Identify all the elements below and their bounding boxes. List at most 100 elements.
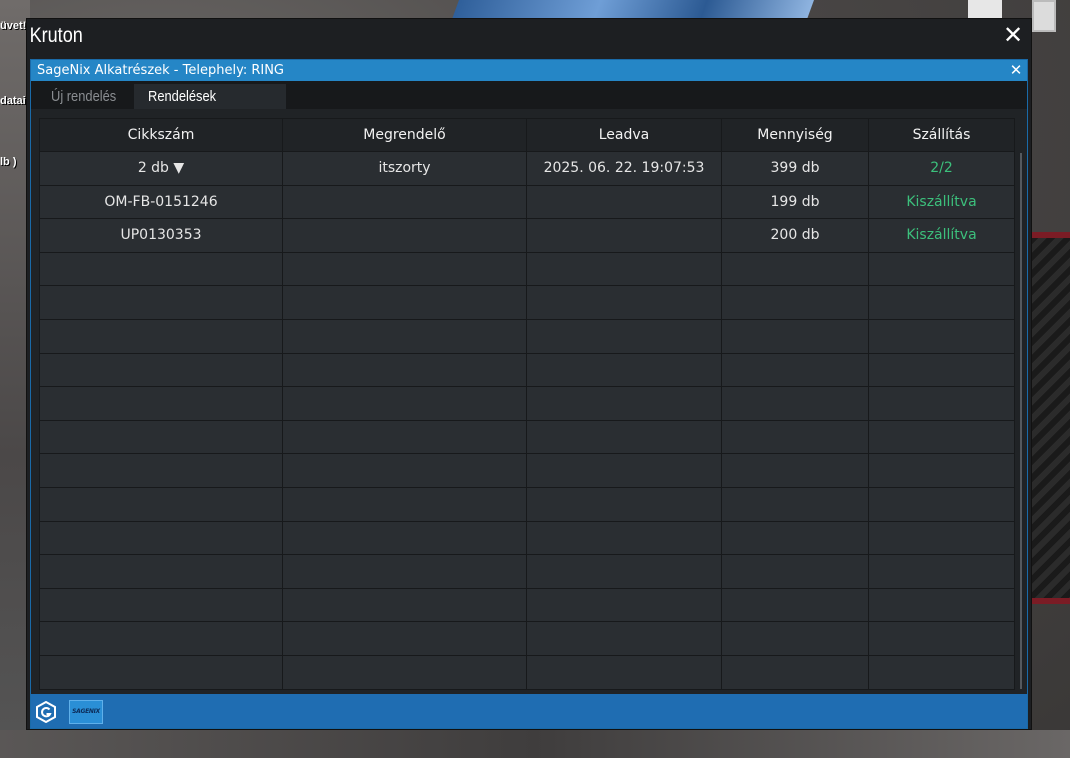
empty-cell	[39, 486, 283, 522]
empty-table-row	[39, 386, 1015, 421]
empty-cell	[282, 318, 527, 354]
table-scrollbar[interactable]	[1020, 153, 1022, 689]
empty-cell	[526, 654, 722, 690]
empty-cell	[39, 654, 283, 690]
cell-quantity: 399 db	[721, 151, 869, 186]
main-window: Kruton ✕ SageNix Alkatrészek - Telephely…	[26, 18, 1032, 730]
empty-cell	[868, 285, 1015, 320]
column-header-part-number[interactable]: Cikkszám	[39, 118, 283, 152]
empty-cell	[526, 318, 722, 354]
empty-table-row	[39, 285, 1015, 320]
empty-cell	[868, 386, 1015, 421]
table-header-row: Cikkszám Megrendelő Leadva Mennyiség Szá…	[39, 118, 1015, 152]
empty-cell	[39, 251, 283, 287]
cell-placed	[526, 218, 722, 253]
table-row[interactable]: 2 db ▼ itszorty 2025. 06. 22. 19:07:53 3…	[39, 151, 1015, 186]
tab-bar: Új rendelés Rendelések követése	[31, 81, 1027, 130]
cell-quantity: 200 db	[721, 218, 869, 253]
cell-delivery-status: Kiszállítva	[868, 184, 1015, 220]
cell-placed: 2025. 06. 22. 19:07:53	[526, 151, 722, 186]
empty-cell	[526, 587, 722, 623]
empty-cell	[721, 654, 869, 690]
empty-cell	[282, 352, 527, 388]
empty-cell	[282, 486, 527, 522]
empty-cell	[39, 318, 283, 354]
empty-cell	[721, 621, 869, 656]
side-chat-text: lb )	[0, 156, 17, 168]
empty-cell	[282, 285, 527, 320]
side-chat-text: üvet!	[0, 20, 27, 32]
empty-cell	[282, 554, 527, 589]
empty-table-row	[39, 587, 1015, 623]
empty-cell	[526, 621, 722, 656]
empty-cell	[39, 554, 283, 589]
empty-cell	[721, 419, 869, 455]
tab-order-tracking[interactable]: Rendelések követése	[134, 84, 286, 130]
cell-customer: itszorty	[282, 151, 527, 186]
column-header-quantity[interactable]: Mennyiség	[721, 118, 869, 152]
column-header-placed[interactable]: Leadva	[526, 118, 722, 152]
empty-table-row	[39, 352, 1015, 388]
empty-cell	[868, 554, 1015, 589]
empty-cell	[721, 554, 869, 589]
g-hexagon-icon[interactable]	[35, 701, 57, 723]
empty-cell	[526, 453, 722, 488]
empty-cell	[39, 285, 283, 320]
empty-cell	[526, 520, 722, 556]
cell-delivery-status: Kiszállítva	[868, 218, 1015, 253]
table-row[interactable]: OM-FB-0151246 199 db Kiszállítva	[39, 184, 1015, 220]
empty-table-row	[39, 419, 1015, 455]
cell-placed	[526, 184, 722, 220]
empty-cell	[282, 621, 527, 656]
panel-title: SageNix Alkatrészek - Telephely: RING	[37, 63, 284, 78]
empty-cell	[282, 520, 527, 556]
empty-cell	[282, 251, 527, 287]
background-red-object	[1030, 232, 1070, 604]
cell-customer	[282, 184, 527, 220]
empty-cell	[721, 587, 869, 623]
empty-table-row	[39, 520, 1015, 556]
empty-cell	[526, 554, 722, 589]
empty-cell	[526, 419, 722, 455]
empty-table-row	[39, 621, 1015, 656]
empty-cell	[39, 587, 283, 623]
empty-cell	[868, 352, 1015, 388]
empty-table-row	[39, 453, 1015, 488]
empty-cell	[39, 386, 283, 421]
empty-cell	[39, 419, 283, 455]
empty-cell	[282, 386, 527, 421]
cell-quantity: 199 db	[721, 184, 869, 220]
empty-cell	[721, 520, 869, 556]
empty-cell	[868, 318, 1015, 354]
empty-table-row	[39, 554, 1015, 589]
empty-table-row	[39, 318, 1015, 354]
background-white-block	[968, 0, 1002, 20]
brand-logo[interactable]: SAGENIX	[69, 700, 103, 724]
tab-new-order[interactable]: Új rendelés	[51, 84, 127, 109]
empty-cell	[39, 453, 283, 488]
empty-cell	[282, 587, 527, 623]
empty-table-row	[39, 654, 1015, 690]
empty-cell	[868, 654, 1015, 690]
empty-cell	[526, 285, 722, 320]
empty-cell	[721, 285, 869, 320]
footer-bar: SAGENIX	[31, 694, 1027, 728]
close-icon[interactable]: ✕	[1001, 23, 1025, 47]
empty-cell	[868, 520, 1015, 556]
background-white-block	[1032, 0, 1056, 32]
empty-cell	[721, 486, 869, 522]
column-header-delivery[interactable]: Szállítás	[868, 118, 1015, 152]
cell-part-number: OM-FB-0151246	[39, 184, 283, 220]
cell-part-dropdown[interactable]: 2 db ▼	[39, 151, 283, 186]
empty-cell	[39, 352, 283, 388]
empty-cell	[868, 587, 1015, 623]
table-row[interactable]: UP0130353 200 db Kiszállítva	[39, 218, 1015, 253]
empty-cell	[721, 251, 869, 287]
empty-cell	[868, 621, 1015, 656]
empty-cell	[39, 520, 283, 556]
empty-cell	[526, 386, 722, 421]
column-header-customer[interactable]: Megrendelő	[282, 118, 527, 152]
cell-delivery-status: 2/2	[868, 151, 1015, 186]
panel-close-icon[interactable]: ✕	[1007, 60, 1025, 81]
empty-cell	[721, 386, 869, 421]
